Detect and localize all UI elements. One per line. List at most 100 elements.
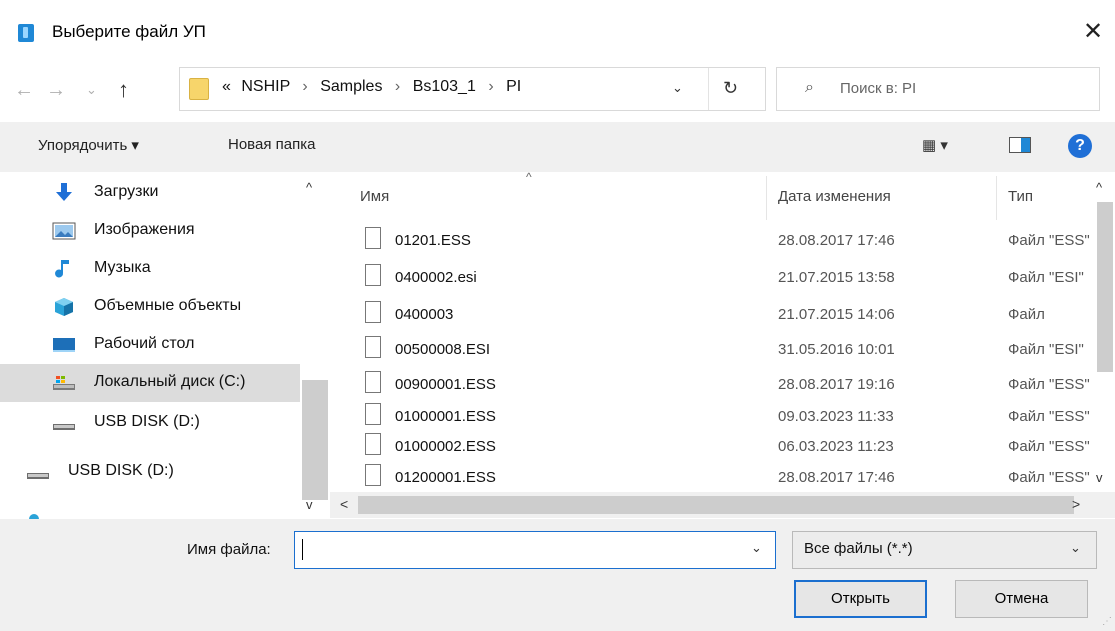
close-button[interactable]: ✕ [1078, 14, 1108, 50]
file-icon [365, 264, 381, 286]
local-disk-icon [53, 376, 75, 390]
3d-objects-icon [55, 298, 73, 316]
scroll-up-icon[interactable]: ^ [1096, 180, 1102, 195]
file-icon [365, 371, 381, 393]
file-type: Файл "ESI" [1008, 269, 1084, 286]
sidebar-item-label: Музыка [94, 259, 151, 276]
file-name: 01000002.ESS [395, 438, 496, 455]
file-name: 0400002.esi [395, 269, 477, 286]
file-icon [365, 403, 381, 425]
file-type: Файл [1008, 306, 1045, 323]
column-header-type[interactable]: Тип [1008, 188, 1033, 205]
file-type: Файл "ESS" [1008, 408, 1090, 425]
desktop-icon [53, 338, 75, 352]
sidebar-item-label: Загрузки [94, 183, 159, 200]
resize-grip-icon[interactable]: ⋰ [1102, 616, 1112, 627]
sidebar-item-usb-disk-d[interactable]: USB DISK (D:) [0, 404, 300, 442]
column-divider[interactable] [996, 176, 997, 220]
sidebar-item-label: USB DISK (D:) [68, 462, 174, 479]
column-header-name[interactable]: Имя [360, 188, 389, 205]
horizontal-scroll-thumb[interactable] [358, 496, 1074, 514]
usb-drive-icon [53, 424, 75, 430]
breadcrumb-separator[interactable]: › [488, 78, 493, 95]
scroll-down-icon[interactable]: v [1096, 470, 1103, 485]
breadcrumb-samples[interactable]: Samples [320, 78, 382, 95]
up-button[interactable]: ↑ [118, 72, 129, 108]
sidebar-item-desktop[interactable]: Рабочий стол [0, 326, 300, 364]
recent-locations-button[interactable]: ⌄ [86, 72, 97, 108]
address-dropdown-icon[interactable]: ⌄ [672, 80, 683, 96]
sidebar-scroll-down-icon[interactable]: v [306, 497, 313, 512]
file-name: 01000001.ESS [395, 408, 496, 425]
file-row[interactable]: 00500008.ESI 31.05.2016 10:01 Файл "ESI" [360, 333, 1090, 370]
file-date: 09.03.2023 11:33 [778, 408, 894, 425]
downloads-icon [56, 183, 72, 201]
breadcrumb-overflow[interactable]: « [222, 78, 231, 95]
search-icon: ⌕ [805, 79, 814, 96]
file-date: 31.05.2016 10:01 [778, 341, 895, 358]
sort-ascending-icon: ^ [526, 170, 532, 184]
breadcrumb-separator[interactable]: › [302, 78, 307, 95]
file-row[interactable]: 01201.ESS 28.08.2017 17:46 Файл "ESS" [360, 224, 1090, 261]
sidebar-item-pictures[interactable]: Изображения [0, 212, 300, 250]
scroll-right-icon[interactable]: > [1072, 496, 1080, 512]
sidebar-item-music[interactable]: Музыка [0, 250, 300, 288]
filename-input[interactable] [294, 531, 776, 569]
file-row[interactable]: 0400003 21.07.2015 14:06 Файл [360, 298, 1090, 335]
sidebar-scroll-up-icon[interactable]: ^ [306, 180, 312, 195]
file-row[interactable]: 0400002.esi 21.07.2015 13:58 Файл "ESI" [360, 261, 1090, 298]
file-name: 0400003 [395, 306, 454, 323]
filename-label: Имя файла: [187, 541, 271, 558]
sidebar-item-label: Рабочий стол [94, 335, 195, 352]
column-divider[interactable] [766, 176, 767, 220]
sidebar-item-downloads[interactable]: Загрузки [0, 174, 300, 212]
organize-button[interactable]: Упорядочить ▾ [38, 136, 139, 154]
file-icon [365, 227, 381, 249]
sidebar-item-3d-objects[interactable]: Объемные объекты [0, 288, 300, 326]
file-type: Файл "ESS" [1008, 438, 1090, 455]
network-icon [29, 514, 39, 519]
file-date: 28.08.2017 17:46 [778, 232, 895, 249]
open-button[interactable]: Открыть [794, 580, 927, 618]
breadcrumb-nship[interactable]: NSHIP [241, 78, 290, 95]
file-type: Файл "ESS" [1008, 376, 1090, 393]
back-button[interactable]: ← [14, 72, 34, 108]
text-caret [302, 539, 303, 560]
file-icon [365, 336, 381, 358]
vertical-scroll-thumb[interactable] [1097, 202, 1113, 372]
breadcrumb-separator[interactable]: › [395, 78, 400, 95]
view-options-icon[interactable]: ▦ ▾ [922, 136, 948, 154]
filetype-dropdown-icon[interactable]: ⌄ [1070, 540, 1081, 556]
cancel-button[interactable]: Отмена [955, 580, 1088, 618]
forward-button[interactable]: → [46, 72, 66, 108]
file-icon [365, 301, 381, 323]
sidebar-item-network[interactable] [0, 502, 300, 519]
pictures-icon [52, 222, 76, 240]
file-date: 21.07.2015 13:58 [778, 269, 895, 286]
sidebar-item-label: Локальный диск (C:) [94, 373, 246, 390]
usb-drive-icon [27, 473, 49, 479]
help-icon[interactable]: ? [1068, 134, 1092, 158]
search-input[interactable] [776, 67, 1100, 111]
sidebar-item-usb-disk-d-root[interactable]: USB DISK (D:) [0, 453, 300, 491]
breadcrumb-pi[interactable]: PI [506, 78, 521, 95]
app-icon [18, 24, 34, 42]
address-divider [708, 68, 709, 110]
file-date: 06.03.2023 11:23 [778, 438, 894, 455]
sidebar-scroll-thumb[interactable] [302, 380, 328, 500]
scroll-left-icon[interactable]: < [340, 496, 348, 512]
preview-pane-icon[interactable] [1009, 137, 1031, 153]
refresh-icon[interactable]: ↻ [723, 78, 738, 99]
file-name: 00900001.ESS [395, 376, 496, 393]
filename-dropdown-icon[interactable]: ⌄ [751, 540, 762, 556]
sidebar-item-label: Объемные объекты [94, 297, 242, 314]
file-type: Файл "ESI" [1008, 341, 1084, 358]
navigation-pane: Загрузки Изображения Музыка Объемные объ… [0, 172, 330, 519]
breadcrumb-bs103-1[interactable]: Bs103_1 [413, 78, 476, 95]
folder-icon [189, 78, 209, 100]
new-folder-button[interactable]: Новая папка [228, 136, 315, 153]
music-icon [55, 260, 69, 278]
sidebar-item-local-disk-c[interactable]: Локальный диск (C:) [0, 364, 300, 402]
column-header-date[interactable]: Дата изменения [778, 188, 891, 205]
file-icon [365, 433, 381, 455]
